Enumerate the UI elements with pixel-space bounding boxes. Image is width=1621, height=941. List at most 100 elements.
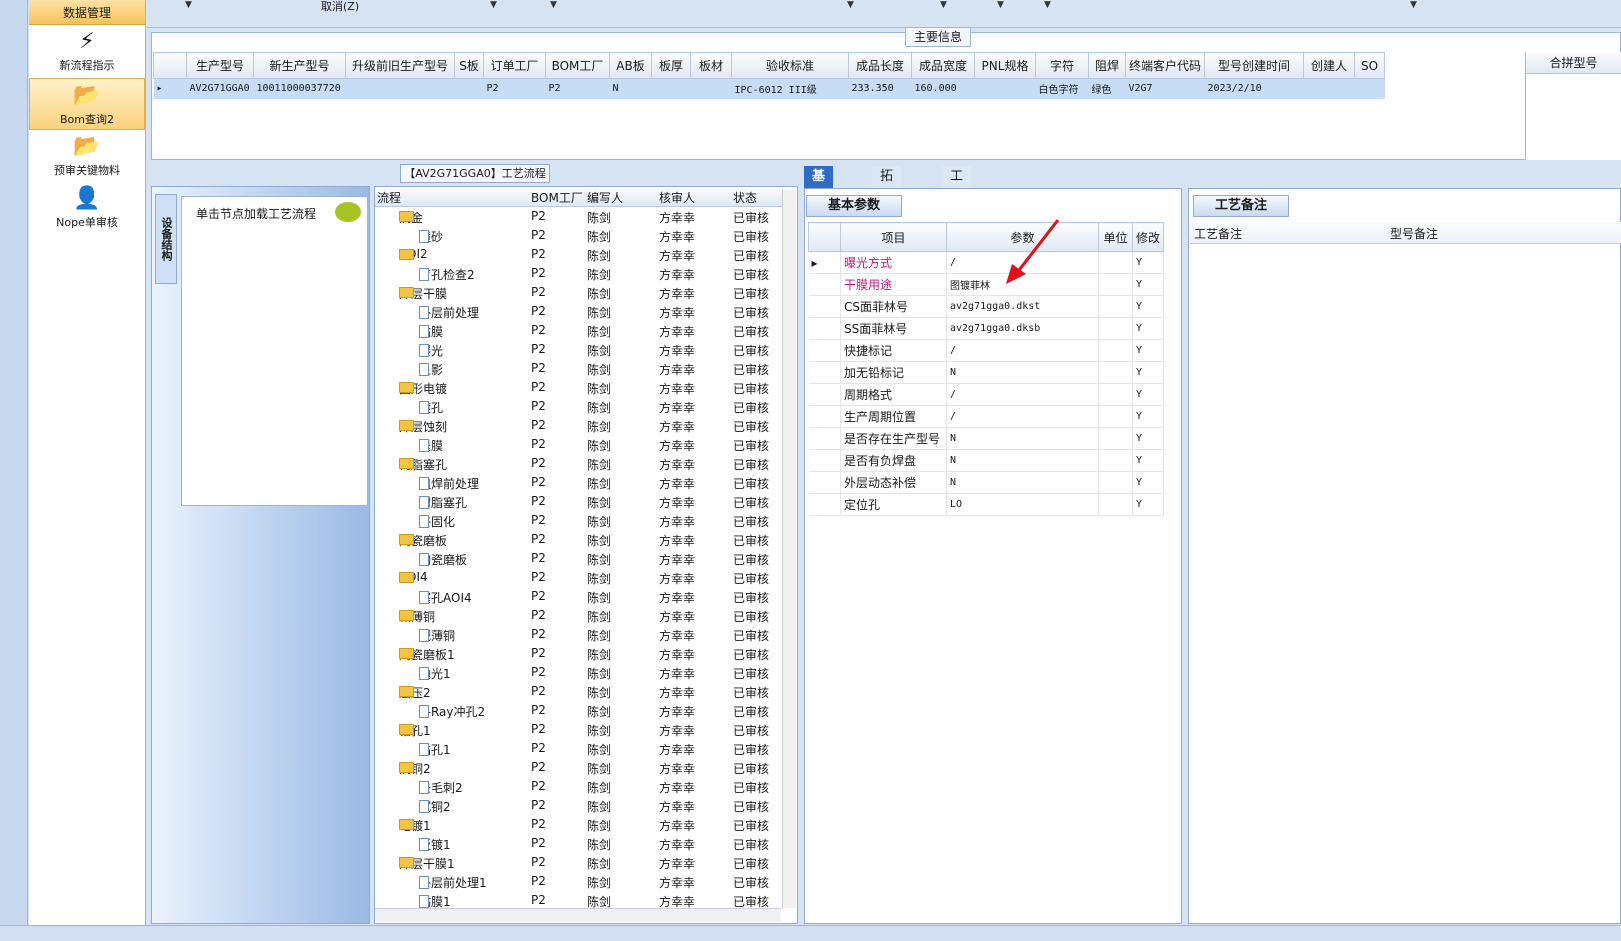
tree-node[interactable]: −AOI4 — [399, 570, 428, 584]
tree-row[interactable]: −电镀1 P2 陈剑 方幸幸 已审核 — [375, 815, 785, 834]
param-unit[interactable] — [1098, 383, 1133, 406]
tree-row[interactable]: 树脂塞孔 P2 陈剑 方幸幸 已审核 — [375, 492, 785, 511]
param-unit[interactable] — [1098, 449, 1133, 472]
col-header[interactable]: 成品长度 — [848, 52, 912, 79]
col-header[interactable]: 阻焊 — [1088, 52, 1126, 79]
tree-row[interactable]: 阻焊前处理 P2 陈剑 方幸幸 已审核 — [375, 473, 785, 492]
dropdown-arrow-icon[interactable]: ▼ — [185, 0, 192, 10]
tree-col-header[interactable]: 状态 — [733, 189, 757, 206]
col-header[interactable]: 板厚 — [651, 52, 691, 79]
tree-row[interactable]: 去毛刺2 P2 陈剑 方幸幸 已审核 — [375, 777, 785, 796]
dropdown-arrow-icon[interactable]: ▼ — [940, 0, 947, 10]
param-unit[interactable] — [1098, 471, 1133, 494]
table-cell[interactable] — [651, 78, 691, 99]
col-header[interactable]: SO — [1354, 52, 1386, 79]
table-cell[interactable]: 绿色 — [1088, 78, 1126, 99]
param-edit[interactable]: Y — [1132, 427, 1165, 450]
tree-node[interactable]: −外层干膜1 — [399, 855, 455, 872]
tree-row[interactable]: −减薄铜 P2 陈剑 方幸幸 已审核 — [375, 606, 785, 625]
tree-node[interactable]: 沉铜2 — [419, 798, 451, 815]
tree-row[interactable]: −AOI4 P2 陈剑 方幸幸 已审核 — [375, 568, 785, 587]
tree-node[interactable]: −树脂塞孔 — [399, 456, 447, 473]
table-cell[interactable]: 2023/2/10 — [1204, 78, 1304, 99]
param-value[interactable]: N — [946, 471, 1099, 494]
tree-row[interactable]: 终固化 P2 陈剑 方幸幸 已审核 — [375, 511, 785, 530]
table-row[interactable]: 快捷标记 / Y — [808, 339, 1165, 362]
table-cell[interactable] — [974, 78, 1036, 99]
param-edit[interactable]: Y — [1132, 405, 1165, 428]
tree-node[interactable]: 树脂塞孔 — [419, 494, 467, 511]
col-header[interactable]: 验收标准 — [731, 52, 849, 79]
tree-node[interactable]: −减薄铜 — [399, 608, 435, 625]
param-edit[interactable]: Y — [1132, 339, 1165, 362]
row-pointer-icon[interactable]: ▸ — [153, 78, 187, 99]
tree-node[interactable]: −层压2 — [399, 684, 431, 701]
table-cell[interactable]: P2 — [483, 78, 546, 99]
param-value[interactable]: / — [946, 339, 1099, 362]
param-unit[interactable] — [1098, 295, 1133, 318]
table-row[interactable]: CS面菲林号 av2g71gga0.dkst Y — [808, 295, 1165, 318]
param-value[interactable]: av2g71gga0.dksb — [946, 317, 1099, 340]
tree-row[interactable]: −陶瓷磨板1 P2 陈剑 方幸幸 已审核 — [375, 644, 785, 663]
table-cell[interactable] — [1303, 78, 1355, 99]
tab[interactable]: 工时 — [942, 166, 972, 206]
tree-node[interactable]: 显影 — [419, 361, 443, 378]
tree-row[interactable]: −AOI2 P2 陈剑 方幸幸 已审核 — [375, 245, 785, 264]
param-value[interactable]: / — [946, 383, 1099, 406]
tree-horizontal-scrollbar[interactable] — [375, 908, 781, 922]
col-header[interactable]: BOM工厂 — [545, 52, 610, 79]
tree-node[interactable]: 外层前处理1 — [419, 874, 487, 891]
nav-item[interactable]: 📂 Bom查询2 — [29, 78, 145, 130]
param-value[interactable]: N — [946, 427, 1099, 450]
param-unit[interactable] — [1098, 317, 1133, 340]
tree-row[interactable]: 钻孔1 P2 陈剑 方幸幸 已审核 — [375, 739, 785, 758]
param-edit[interactable]: Y — [1132, 251, 1165, 274]
tree-node[interactable]: 塞孔AOI4 — [419, 589, 472, 606]
tree-row[interactable]: 贴膜 P2 陈剑 方幸幸 已审核 — [375, 321, 785, 340]
tree-node[interactable]: X-Ray冲孔2 — [419, 703, 485, 720]
table-row[interactable]: 外层动态补偿 N Y — [808, 471, 1165, 494]
table-cell[interactable]: AV2G71GGA0 — [186, 78, 254, 99]
row-pointer-icon[interactable] — [808, 361, 841, 384]
col-header[interactable]: 字符 — [1035, 52, 1089, 79]
table-row[interactable]: ▸ 曝光方式 / Y — [808, 251, 1165, 274]
tree-row[interactable]: X-Ray冲孔2 P2 陈剑 方幸幸 已审核 — [375, 701, 785, 720]
table-cell[interactable] — [690, 78, 732, 99]
param-unit[interactable] — [1098, 273, 1133, 296]
param-unit[interactable] — [1098, 251, 1133, 274]
table-row[interactable]: 是否存在生产型号 N Y — [808, 427, 1165, 450]
dropdown-arrow-icon[interactable]: ▼ — [997, 0, 1004, 10]
tree-row[interactable]: 塞孔AOI4 P2 陈剑 方幸幸 已审核 — [375, 587, 785, 606]
tree-row[interactable]: 板镀1 P2 陈剑 方幸幸 已审核 — [375, 834, 785, 853]
table-cell[interactable]: 160.000 — [911, 78, 975, 99]
param-edit[interactable]: Y — [1132, 383, 1165, 406]
col-header[interactable]: 生产型号 — [186, 52, 254, 79]
table-row[interactable]: 定位孔 LO Y — [808, 493, 1165, 516]
table-row[interactable]: 加无铅标记 N Y — [808, 361, 1165, 384]
row-pointer-icon[interactable] — [808, 339, 841, 362]
table-cell[interactable]: IPC-6012 III级 — [731, 78, 849, 99]
col-header[interactable]: 成品宽度 — [911, 52, 975, 79]
dropdown-arrow-icon[interactable]: ▼ — [1410, 0, 1417, 10]
tree-node[interactable]: −陶瓷磨板1 — [399, 646, 455, 663]
cancel-button[interactable]: 取消(Z) — [321, 0, 359, 14]
tree-col-header[interactable]: 核审人 — [659, 189, 695, 206]
tree-row[interactable]: −树脂塞孔 P2 陈剑 方幸幸 已审核 — [375, 454, 785, 473]
tree-row[interactable]: 曝光 P2 陈剑 方幸幸 已审核 — [375, 340, 785, 359]
tree-node[interactable]: 板镀1 — [419, 836, 451, 853]
nav-item[interactable]: 📂 预审关键物料 — [29, 130, 145, 182]
row-pointer-icon[interactable] — [808, 295, 841, 318]
col-header[interactable]: 单位 — [1098, 222, 1133, 252]
row-pointer-icon[interactable] — [808, 427, 841, 450]
row-pointer-icon[interactable] — [808, 471, 841, 494]
tree-node[interactable]: 外层前处理 — [419, 304, 479, 321]
tree-row[interactable]: −钻孔1 P2 陈剑 方幸幸 已审核 — [375, 720, 785, 739]
col-header[interactable]: PNL规格 — [974, 52, 1036, 79]
tab[interactable]: 基本信息 — [804, 166, 834, 250]
tree-node[interactable]: 钻孔1 — [419, 741, 451, 758]
remark-col-model[interactable]: 型号备注 — [1390, 225, 1438, 242]
row-pointer-icon[interactable] — [808, 405, 841, 428]
tree-node[interactable]: 曝光 — [419, 342, 443, 359]
col-header[interactable]: AB板 — [609, 52, 652, 79]
tree-node[interactable]: 阻焊前处理 — [419, 475, 479, 492]
